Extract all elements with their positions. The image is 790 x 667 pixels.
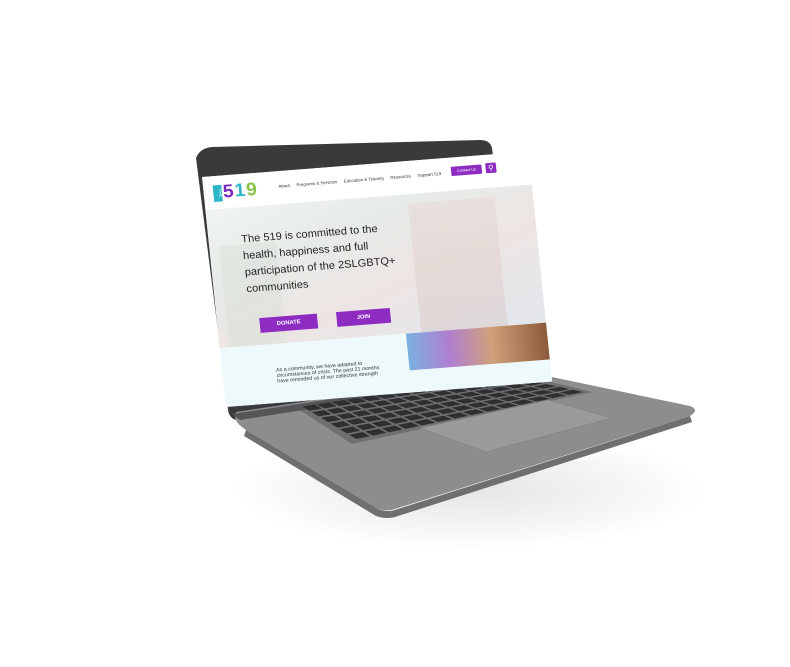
keyboard-key <box>546 386 570 392</box>
keyboard-key <box>458 391 481 397</box>
search-button[interactable]: ⚲ <box>485 162 497 174</box>
hero-section: The 519 is committed to the health, happ… <box>205 184 547 349</box>
keyboard-key <box>356 402 378 409</box>
keyboard-key <box>424 403 446 410</box>
keyboard-key <box>533 384 557 389</box>
nav-item-resources[interactable]: Resources <box>390 174 411 180</box>
keyboard-key <box>302 404 322 411</box>
keyboard-key <box>371 420 393 427</box>
nav-item-education[interactable]: Education & Training <box>344 176 384 184</box>
keyboard-key <box>462 409 485 416</box>
keyboard-key <box>355 423 377 431</box>
keyboard-key <box>367 407 388 414</box>
keyboard-key <box>377 412 399 419</box>
intro-text: As a community, we have adapted to circu… <box>275 361 380 385</box>
keyboard-key <box>330 421 351 428</box>
keyboard-key <box>336 412 357 420</box>
keyboard-key <box>494 402 518 409</box>
keyboard-key <box>341 405 363 412</box>
keyboard-key <box>321 415 342 423</box>
keyboard-key <box>443 394 466 400</box>
keyboard-key <box>489 386 513 392</box>
keyboard-key <box>401 395 424 401</box>
logo-digit-5: 5 <box>221 181 235 203</box>
keyboard-key <box>408 406 430 413</box>
hero-heading: The 519 is committed to the health, happ… <box>240 223 397 295</box>
keyboard-key <box>530 389 554 395</box>
keyboard-key <box>331 400 352 407</box>
keyboard-key <box>514 393 538 399</box>
main-nav: About Programs & Services Education & Tr… <box>278 171 441 188</box>
keyboard-key <box>435 408 457 415</box>
keyboard-key <box>412 399 435 406</box>
keyboard-key <box>527 396 551 402</box>
logo-prefix: THE <box>212 184 223 203</box>
keyboard-key <box>365 428 387 436</box>
keyboard-key <box>397 422 420 429</box>
search-icon: ⚲ <box>487 163 495 173</box>
keyboard-key <box>470 395 494 401</box>
keyboard-key <box>381 425 403 433</box>
logo-digit-9: 9 <box>245 179 258 201</box>
nav-item-support[interactable]: Support 519 <box>417 171 441 177</box>
keyboard-key <box>317 402 337 409</box>
keyboard-key <box>482 399 506 405</box>
keyboard-key <box>510 399 534 405</box>
keyboard-key <box>413 419 436 426</box>
nav-item-about[interactable]: About <box>278 183 290 188</box>
keyboard-key <box>474 389 497 395</box>
keyboard-key <box>349 432 370 440</box>
keyboard-key <box>419 411 441 418</box>
keyboard-key <box>466 402 490 408</box>
keyboard-key <box>543 393 567 399</box>
laptop-mockup-scene: THE 5 1 9 About Programs & Services Educ… <box>0 0 790 667</box>
keyboard-key <box>361 415 383 422</box>
keyboard-key <box>386 397 408 404</box>
nav-item-programs[interactable]: Programs & Services <box>296 179 337 187</box>
keyboard-key <box>397 402 419 409</box>
keyboard-key <box>498 396 522 402</box>
keyboard-key <box>431 390 454 396</box>
keyboard-key <box>486 392 509 398</box>
keyboard-key <box>371 400 393 407</box>
keyboard-key <box>351 410 373 417</box>
keyboard-key <box>439 401 462 407</box>
keyboard-key <box>387 417 409 424</box>
the-519-logo[interactable]: THE 5 1 9 <box>212 179 258 203</box>
laptop-screen: THE 5 1 9 About Programs & Services Educ… <box>202 151 553 407</box>
keyboard-key <box>339 426 361 434</box>
keyboard-key <box>502 389 525 395</box>
keyboard-key <box>361 395 382 402</box>
keyboard-key <box>382 405 404 411</box>
contact-us-button[interactable]: Contact Us <box>450 164 483 177</box>
keyboard-key <box>517 386 541 392</box>
keyboard-key <box>428 397 450 403</box>
keyboard-key <box>311 410 332 417</box>
keyboard-key <box>416 393 439 399</box>
keyboard-key <box>346 418 367 425</box>
keyboard-key <box>403 414 425 421</box>
logo-digit-1: 1 <box>233 180 247 202</box>
keyboard-key <box>346 397 367 404</box>
keyboard-key <box>455 398 478 404</box>
keyboard-key <box>478 406 502 412</box>
website-viewport: THE 5 1 9 About Programs & Services Educ… <box>202 151 553 407</box>
keyboard-key <box>451 405 474 411</box>
keyboard-key <box>559 389 584 395</box>
keyboard-key <box>392 409 414 416</box>
keyboard-key <box>446 412 469 419</box>
keyboard-key <box>326 407 347 414</box>
keyboard-key <box>430 415 452 423</box>
